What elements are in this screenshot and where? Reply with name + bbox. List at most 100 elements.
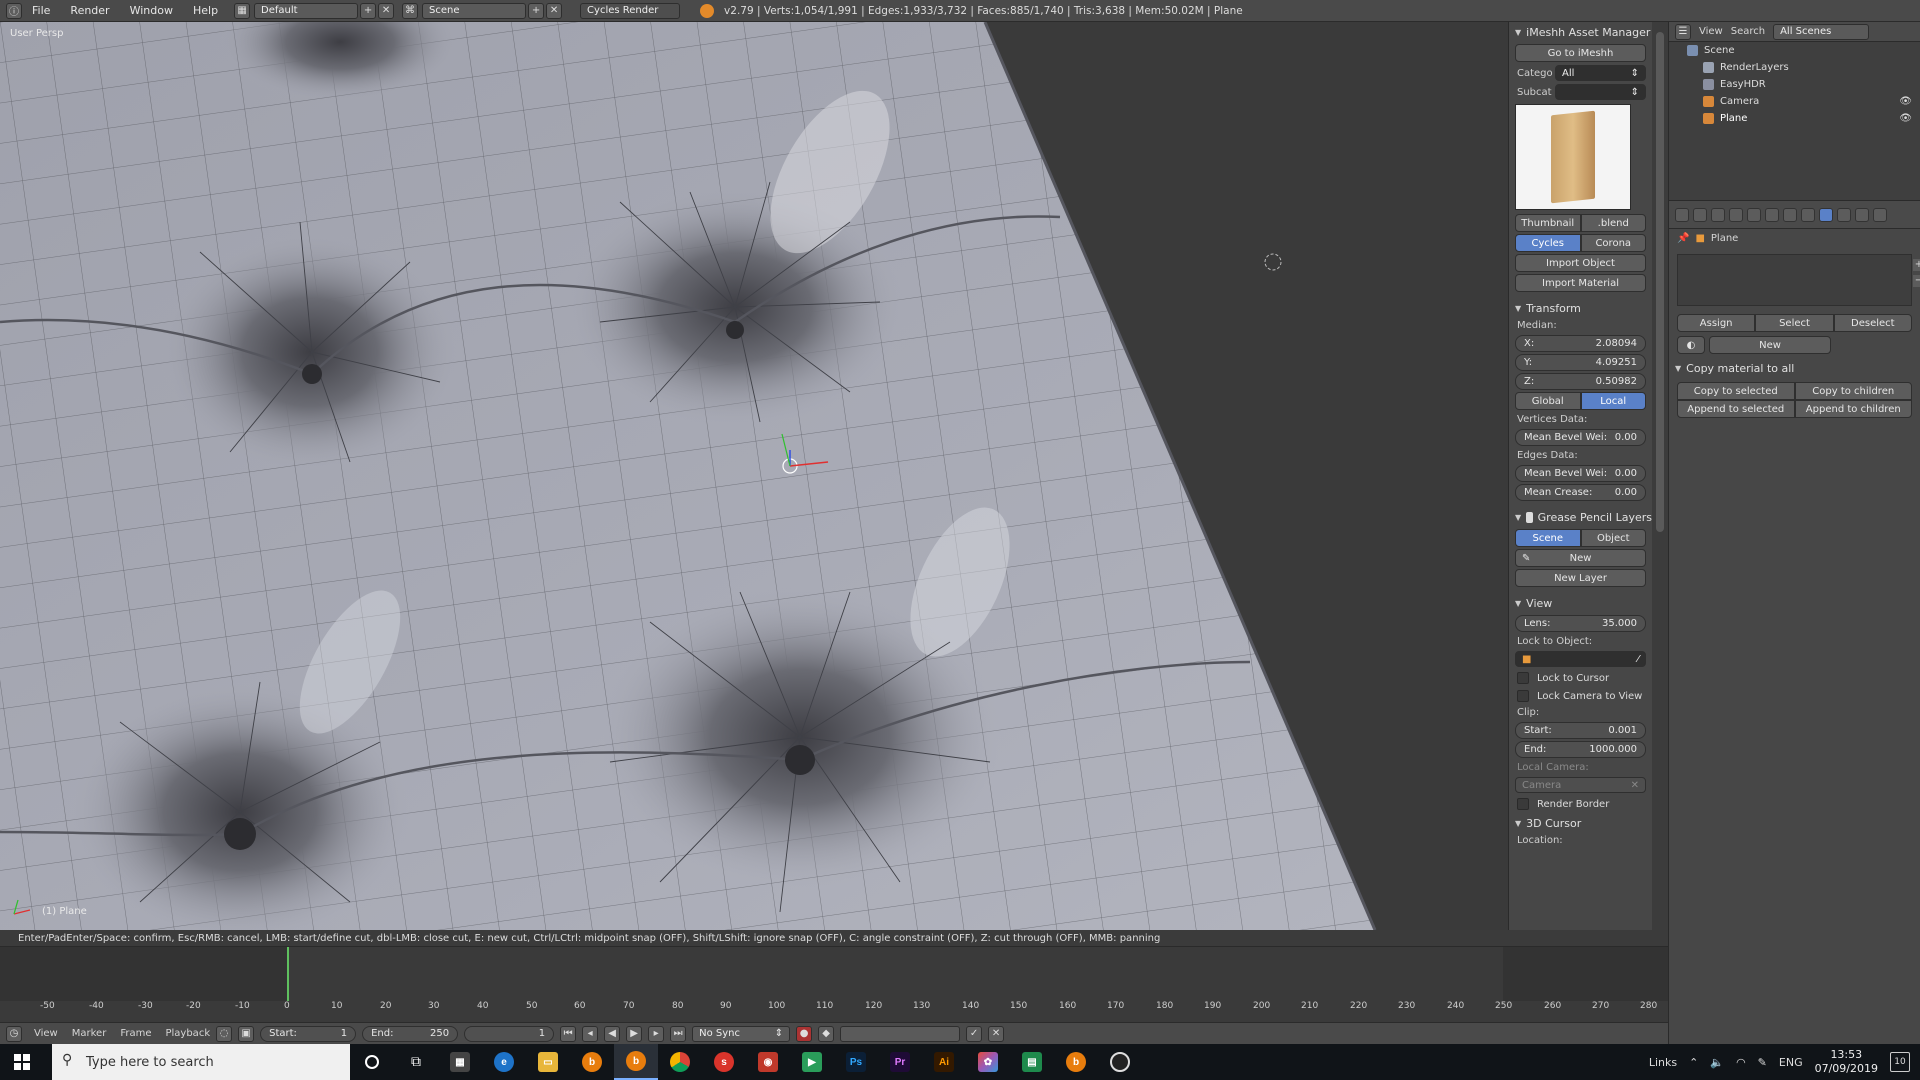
clip-end-field[interactable]: End: 1000.000 [1515, 741, 1646, 758]
spreadsheet-icon[interactable]: ▤ [1010, 1044, 1054, 1080]
add-layout-icon[interactable]: + [360, 2, 377, 19]
remove-layout-icon[interactable]: ✕ [378, 2, 395, 19]
3d-viewport[interactable]: User Persp (1) Plane [0, 22, 1508, 930]
thumbnail-button[interactable]: Thumbnail [1515, 214, 1581, 232]
jump-start-icon[interactable]: ⏮ [560, 1025, 577, 1042]
timeline-marker-menu[interactable]: Marker [72, 1028, 107, 1039]
select-button[interactable]: Select [1755, 314, 1834, 332]
illustrator-icon[interactable]: Ai [922, 1044, 966, 1080]
outliner-view-menu[interactable]: View [1699, 26, 1723, 37]
language-indicator[interactable]: ENG [1779, 1056, 1803, 1069]
particles-tab-icon[interactable] [1855, 207, 1869, 222]
scrollbar-thumb[interactable] [1656, 32, 1664, 532]
outliner-item-camera[interactable]: Camera 👁 [1669, 93, 1920, 110]
material-browse-icon[interactable]: ◐ [1677, 336, 1705, 354]
timeline-view-menu[interactable]: View [34, 1028, 58, 1039]
file-explorer-icon[interactable]: ▭ [526, 1044, 570, 1080]
insert-keyframe-icon[interactable]: ✓ [966, 1025, 983, 1042]
assign-button[interactable]: Assign [1677, 314, 1756, 332]
lens-field[interactable]: Lens: 35.000 [1515, 615, 1646, 632]
lock-to-cursor-checkbox[interactable]: Lock to Cursor [1509, 669, 1652, 687]
start-frame-field[interactable]: Start: 1 [260, 1025, 357, 1042]
layers-tab-icon[interactable] [1693, 207, 1707, 222]
clip-start-field[interactable]: Start: 0.001 [1515, 722, 1646, 739]
local-camera-field[interactable]: Camera ✕ [1515, 777, 1646, 793]
outliner-item-plane[interactable]: Plane 👁 [1669, 110, 1920, 127]
scene-selector[interactable]: Scene [422, 2, 527, 19]
taskbar-clock[interactable]: 13:53 07/09/2019 [1815, 1048, 1878, 1076]
calculator-icon[interactable]: ▦ [438, 1044, 482, 1080]
volume-icon[interactable]: 🔈 [1710, 1056, 1724, 1069]
prev-keyframe-icon[interactable]: ◂ [582, 1025, 599, 1042]
keying-set-icon[interactable]: ◆ [818, 1025, 835, 1042]
pen-icon[interactable]: ✎ [1758, 1056, 1767, 1069]
layout-selector[interactable]: Default [254, 2, 359, 19]
render-tab-icon[interactable] [1675, 207, 1689, 222]
current-frame-field[interactable]: 1 [464, 1025, 555, 1042]
obs-icon[interactable] [1098, 1044, 1142, 1080]
premiere-icon[interactable]: Pr [878, 1044, 922, 1080]
app-record-icon[interactable]: ◉ [746, 1044, 790, 1080]
menu-file[interactable]: File [22, 4, 60, 17]
outliner-search-menu[interactable]: Search [1731, 26, 1765, 37]
imeshh-panel-header[interactable]: ▼ iMeshh Asset Manager [1509, 22, 1652, 42]
data-tab-icon[interactable] [1801, 207, 1815, 222]
timeline-editor-icon[interactable]: ◷ [6, 1025, 22, 1042]
end-frame-field[interactable]: End: 250 [362, 1025, 459, 1042]
scene-icon[interactable]: ⌘ [402, 2, 419, 19]
edge-icon[interactable]: e [482, 1044, 526, 1080]
view-panel-header[interactable]: ▼ View [1509, 593, 1652, 613]
eyedropper-icon[interactable]: ⁄ [1637, 654, 1639, 665]
import-material-button[interactable]: Import Material [1515, 274, 1646, 292]
append-to-selected-button[interactable]: Append to selected [1677, 400, 1795, 418]
global-tab[interactable]: Global [1515, 392, 1581, 410]
append-to-children-button[interactable]: Append to children [1794, 400, 1912, 418]
shelf-scrollbar[interactable] [1652, 22, 1668, 930]
clear-icon[interactable]: ✕ [1631, 780, 1639, 791]
preview-range-icon[interactable]: ◌ [216, 1025, 233, 1042]
tray-chevron-icon[interactable]: ⌃ [1689, 1056, 1698, 1069]
keying-set-field[interactable] [840, 1025, 961, 1042]
visibility-eye-icon[interactable]: 👁 [1899, 96, 1912, 107]
blender-alt-icon[interactable]: b [1054, 1044, 1098, 1080]
texture-tab-icon[interactable] [1837, 207, 1851, 222]
next-keyframe-icon[interactable]: ▸ [648, 1025, 665, 1042]
blend-button[interactable]: .blend [1580, 214, 1646, 232]
play-icon[interactable]: ▶ [626, 1025, 643, 1042]
chrome-icon[interactable] [658, 1044, 702, 1080]
modifiers-tab-icon[interactable] [1783, 207, 1797, 222]
copy-to-selected-button[interactable]: Copy to selected [1677, 382, 1795, 400]
editor-type-icon[interactable]: ⓘ [6, 2, 22, 19]
timeline-track-area[interactable] [0, 947, 1668, 1001]
jump-end-icon[interactable]: ⏭ [670, 1025, 687, 1042]
lock-range-icon[interactable]: ▣ [238, 1025, 255, 1042]
object-tab-icon[interactable] [1747, 207, 1761, 222]
blender-taskbar-icon[interactable]: b [570, 1044, 614, 1080]
outliner-item-easyhdr[interactable]: EasyHDR [1669, 76, 1920, 93]
outliner-item-renderlayers[interactable]: RenderLayers [1669, 59, 1920, 76]
sync-mode-select[interactable]: No Sync ⇕ [692, 1025, 791, 1042]
add-scene-icon[interactable]: + [528, 2, 545, 19]
remove-scene-icon[interactable]: ✕ [546, 2, 563, 19]
task-view-icon[interactable]: ⧉ [394, 1044, 438, 1080]
lock-object-field[interactable]: ■ ⁄ [1515, 651, 1646, 667]
grease-pencil-panel-header[interactable]: ▼ Grease Pencil Layers [1509, 507, 1652, 527]
catego-select[interactable]: All ⇕ [1555, 65, 1646, 81]
median-y-field[interactable]: Y: 4.09251 [1515, 354, 1646, 371]
constraints-tab-icon[interactable] [1765, 207, 1779, 222]
grease-object-tab[interactable]: Object [1580, 529, 1646, 547]
scene-tab-icon[interactable] [1711, 207, 1725, 222]
frame-ruler[interactable]: -50 -40 -30 -20 -10 0 10 20 30 40 50 60 … [0, 1001, 1668, 1015]
menu-window[interactable]: Window [120, 4, 183, 17]
mean-bevel-weight-vertex-field[interactable]: Mean Bevel Wei: 0.00 [1515, 429, 1646, 446]
pin-icon[interactable]: 📌 [1677, 233, 1689, 244]
copy-material-panel-header[interactable]: ▼ Copy material to all [1669, 358, 1920, 378]
outliner-editor-icon[interactable]: ☰ [1675, 23, 1691, 40]
record-icon[interactable]: ● [796, 1025, 813, 1042]
new-layer-button[interactable]: New Layer [1515, 569, 1646, 587]
outliner-item-scene[interactable]: Scene [1669, 42, 1920, 59]
copy-to-children-button[interactable]: Copy to children [1794, 382, 1912, 400]
links-toolbar[interactable]: Links [1649, 1056, 1677, 1069]
material-tab-icon[interactable] [1819, 207, 1833, 222]
taskbar-search-box[interactable]: ⚲ Type here to search [52, 1044, 350, 1080]
